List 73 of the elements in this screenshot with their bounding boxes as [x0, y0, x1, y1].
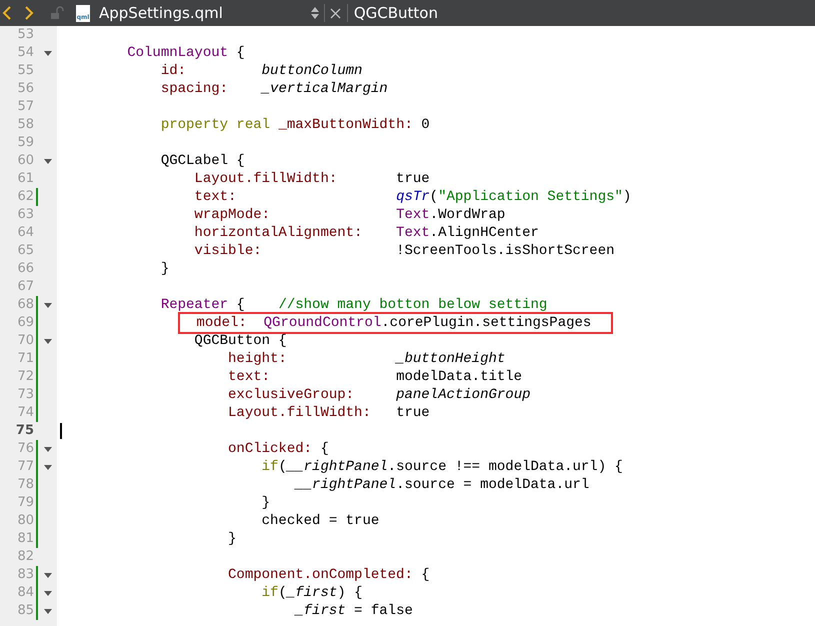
- code-line: checked = true: [260, 512, 380, 530]
- line-number: 62: [16, 188, 34, 206]
- code-line: Repeater { //show many botton below setting: [160, 296, 548, 314]
- code-line: QGCLabel {: [160, 152, 245, 170]
- line-number: 71: [16, 350, 34, 368]
- fold-arrow-icon[interactable]: [44, 158, 52, 164]
- line-number: 63: [16, 206, 34, 224]
- line-number: 67: [16, 278, 34, 296]
- fold-arrow-icon[interactable]: [44, 50, 52, 56]
- line-number: 56: [16, 80, 34, 98]
- line-number: 76: [16, 440, 34, 458]
- file-name[interactable]: AppSettings.qml: [99, 2, 223, 24]
- code-line: Component.onCompleted: {: [227, 566, 430, 584]
- code-line: Layout.fillWidth: true: [193, 170, 430, 188]
- line-number: 82: [16, 548, 34, 566]
- line-number: 59: [16, 134, 34, 152]
- line-number: 60: [16, 152, 34, 170]
- line-number: 54: [16, 44, 34, 62]
- code-line: exclusiveGroup: panelActionGroup: [227, 386, 530, 404]
- code-line: text: modelData.title: [227, 368, 522, 386]
- code-line: onClicked: {: [227, 440, 329, 458]
- symbol-name[interactable]: QGCButton: [354, 2, 438, 24]
- line-number: 74: [16, 404, 34, 422]
- line-number: 64: [16, 224, 34, 242]
- code-line: wrapMode: Text.WordWrap: [193, 206, 506, 224]
- fold-arrow-icon[interactable]: [44, 590, 52, 596]
- code-line: }: [160, 260, 170, 278]
- code-line: __rightPanel.source = modelData.url: [293, 476, 590, 494]
- fold-arrow-icon[interactable]: [44, 302, 52, 308]
- code-line: }: [260, 494, 270, 512]
- code-line: horizontalAlignment: Text.AlignHCenter: [193, 224, 539, 242]
- fold-arrow-icon[interactable]: [44, 572, 52, 578]
- line-number: 73: [16, 386, 34, 404]
- text-cursor: [60, 423, 62, 439]
- fold-arrow-icon[interactable]: [44, 446, 52, 452]
- line-number: 58: [16, 116, 34, 134]
- line-number: 53: [16, 26, 34, 44]
- line-number: 77: [16, 458, 34, 476]
- line-number: 61: [16, 170, 34, 188]
- line-number: 78: [16, 476, 34, 494]
- code-line: visible: !ScreenTools.isShortScreen: [193, 242, 614, 260]
- code-line: height: _buttonHeight: [227, 350, 506, 368]
- line-number: 66: [16, 260, 34, 278]
- fold-arrow-icon[interactable]: [44, 608, 52, 614]
- fold-arrow-icon[interactable]: [44, 464, 52, 470]
- code-line: QGCButton {: [193, 332, 287, 350]
- line-number: 85: [16, 602, 34, 620]
- line-number: 55: [16, 62, 34, 80]
- line-number: 68: [16, 296, 34, 314]
- line-number: 70: [16, 332, 34, 350]
- code-line: spacing: _verticalMargin: [160, 80, 388, 98]
- code-line: property real _maxButtonWidth: 0: [160, 116, 430, 134]
- code-line: }: [227, 530, 236, 548]
- up-down-arrows-icon[interactable]: [310, 6, 320, 20]
- line-number: 75: [14, 422, 34, 440]
- code-line: text: qsTr("Application Settings"): [193, 188, 632, 206]
- code-line: if(__rightPanel.source !== modelData.url) {: [260, 458, 623, 476]
- code-line: _first = false: [293, 602, 413, 620]
- line-number: 72: [16, 368, 34, 386]
- line-number: 69: [16, 314, 34, 332]
- code-line: ColumnLayout {: [126, 44, 245, 62]
- line-number: 65: [16, 242, 34, 260]
- code-line: Layout.fillWidth: true: [227, 404, 430, 422]
- line-number: 83: [16, 566, 34, 584]
- line-number: 84: [16, 584, 34, 602]
- line-number: 79: [16, 494, 34, 512]
- code-line: if(_first) {: [260, 584, 362, 602]
- fold-arrow-icon[interactable]: [44, 338, 52, 344]
- line-number: 80: [16, 512, 34, 530]
- line-number: 57: [16, 98, 34, 116]
- code-line: id: buttonColumn: [160, 62, 362, 80]
- close-icon[interactable]: [330, 8, 341, 18]
- line-number: 81: [16, 530, 34, 548]
